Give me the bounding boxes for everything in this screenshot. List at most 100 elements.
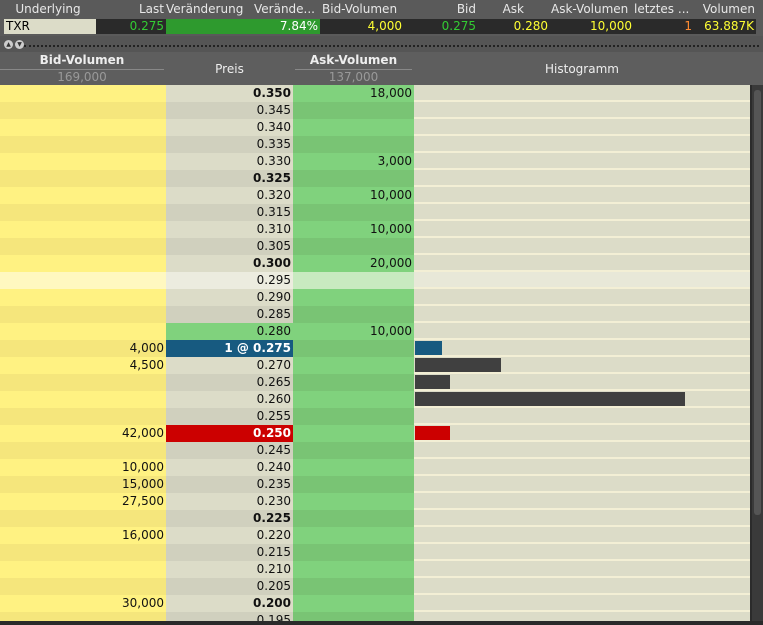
ladder-row[interactable]: 0.335 [0, 136, 752, 153]
splitter[interactable]: ▲ ▼ [0, 36, 763, 52]
price-cell[interactable]: 0.285 [166, 306, 293, 323]
ladder-row[interactable]: 0.280 10,000 [0, 323, 752, 340]
ask-volume-cell[interactable]: 18,000 [293, 85, 414, 102]
price-cell[interactable]: 0.300 [166, 255, 293, 272]
quote-column-header[interactable]: letztes ... [634, 2, 693, 18]
ladder-row[interactable]: 0.345 [0, 102, 752, 119]
ladder-row[interactable]: 30,000 0.200 [0, 595, 752, 612]
ladder-row[interactable]: 4,000 1 @ 0.275 [0, 340, 752, 357]
bid-volume-cell[interactable] [0, 170, 166, 187]
ask-volume-cell[interactable] [293, 136, 414, 153]
price-cell[interactable]: 0.270 [166, 357, 293, 374]
ask-volume-cell[interactable] [293, 561, 414, 578]
bid-volume-cell[interactable] [0, 374, 166, 391]
ask-volume-cell[interactable] [293, 102, 414, 119]
ladder-row[interactable]: 0.255 [0, 408, 752, 425]
price-cell[interactable]: 0.240 [166, 459, 293, 476]
ladder-row[interactable]: 15,000 0.235 [0, 476, 752, 493]
bid-volume-cell[interactable] [0, 119, 166, 136]
ask-volume-cell[interactable] [293, 289, 414, 306]
price-cell[interactable]: 0.265 [166, 374, 293, 391]
ladder-row[interactable]: 0.325 [0, 170, 752, 187]
bid-volume-cell[interactable] [0, 255, 166, 272]
price-cell[interactable]: 0.235 [166, 476, 293, 493]
ladder-row[interactable]: 0.295 [0, 272, 752, 289]
quote-column-header[interactable]: Verände... [254, 2, 320, 18]
ask-volume-cell[interactable] [293, 340, 414, 357]
ladder-row[interactable]: 0.260 [0, 391, 752, 408]
price-cell[interactable]: 0.295 [166, 272, 293, 289]
ask-volume-cell[interactable] [293, 476, 414, 493]
price-cell[interactable]: 0.210 [166, 561, 293, 578]
bid-volume-cell[interactable]: 4,500 [0, 357, 166, 374]
ladder-row[interactable]: 0.225 [0, 510, 752, 527]
bid-volume-cell[interactable]: 15,000 [0, 476, 166, 493]
ladder-row[interactable]: 0.210 [0, 561, 752, 578]
ladder-row[interactable]: 0.340 [0, 119, 752, 136]
ladder-row[interactable]: 42,000 0.250 [0, 425, 752, 442]
ladder-row[interactable]: 0.265 [0, 374, 752, 391]
bid-volume-cell[interactable] [0, 442, 166, 459]
ladder-row[interactable]: 0.330 3,000 [0, 153, 752, 170]
ask-volume-cell[interactable] [293, 119, 414, 136]
price-cell[interactable]: 0.215 [166, 544, 293, 561]
price-cell[interactable]: 0.325 [166, 170, 293, 187]
bid-volume-cell[interactable] [0, 306, 166, 323]
ask-volume-cell[interactable] [293, 391, 414, 408]
ask-volume-cell[interactable] [293, 238, 414, 255]
bid-volume-cell[interactable] [0, 85, 166, 102]
ask-volume-cell[interactable] [293, 510, 414, 527]
ask-volume-cell[interactable] [293, 170, 414, 187]
ask-volume-cell[interactable] [293, 459, 414, 476]
price-cell[interactable]: 0.200 [166, 595, 293, 612]
scrollbar[interactable] [752, 85, 763, 625]
ask-volume-cell[interactable] [293, 493, 414, 510]
ask-volume-cell[interactable]: 10,000 [293, 323, 414, 340]
ladder-row[interactable]: 16,000 0.220 [0, 527, 752, 544]
price-cell[interactable]: 0.315 [166, 204, 293, 221]
quote-column-header[interactable]: Bid-Volumen [322, 2, 420, 18]
quote-column-header[interactable]: Last [100, 2, 164, 18]
bid-volume-cell[interactable] [0, 391, 166, 408]
ladder-row[interactable]: 0.285 [0, 306, 752, 323]
price-cell[interactable]: 0.245 [166, 442, 293, 459]
price-cell[interactable]: 0.230 [166, 493, 293, 510]
bid-volume-cell[interactable] [0, 323, 166, 340]
price-cell[interactable]: 0.335 [166, 136, 293, 153]
bid-volume-cell[interactable] [0, 544, 166, 561]
ask-volume-cell[interactable]: 10,000 [293, 221, 414, 238]
quote-column-header[interactable]: Veränderung [166, 2, 264, 18]
price-cell[interactable]: 0.345 [166, 102, 293, 119]
bid-volume-cell[interactable]: 4,000 [0, 340, 166, 357]
bid-volume-cell[interactable]: 30,000 [0, 595, 166, 612]
ladder-row[interactable]: 0.205 [0, 578, 752, 595]
collapse-down-icon[interactable]: ▼ [15, 40, 24, 49]
ask-volume-cell[interactable] [293, 374, 414, 391]
price-cell[interactable]: 0.330 [166, 153, 293, 170]
bid-volume-cell[interactable] [0, 408, 166, 425]
ask-volume-cell[interactable] [293, 425, 414, 442]
bid-volume-cell[interactable]: 27,500 [0, 493, 166, 510]
ask-volume-cell[interactable] [293, 272, 414, 289]
ask-volume-cell[interactable] [293, 306, 414, 323]
bid-volume-cell[interactable] [0, 136, 166, 153]
ask-volume-cell[interactable]: 20,000 [293, 255, 414, 272]
ask-volume-cell[interactable] [293, 544, 414, 561]
price-cell[interactable]: 0.220 [166, 527, 293, 544]
bid-volume-cell[interactable]: 16,000 [0, 527, 166, 544]
ladder-row[interactable]: 0.215 [0, 544, 752, 561]
price-cell[interactable]: 0.340 [166, 119, 293, 136]
quote-column-header[interactable]: Volumen [697, 2, 755, 18]
bid-volume-cell[interactable] [0, 102, 166, 119]
ladder-row[interactable]: 0.245 [0, 442, 752, 459]
price-cell[interactable]: 0.260 [166, 391, 293, 408]
price-cell[interactable]: 0.250 [166, 425, 293, 442]
quote-column-header[interactable]: Ask-Volumen [551, 2, 632, 18]
bid-volume-cell[interactable] [0, 153, 166, 170]
ladder-row[interactable]: 0.320 10,000 [0, 187, 752, 204]
ask-volume-cell[interactable]: 3,000 [293, 153, 414, 170]
quote-column-header[interactable]: Ask [476, 2, 524, 18]
bid-volume-cell[interactable] [0, 578, 166, 595]
bid-volume-cell[interactable] [0, 187, 166, 204]
ask-volume-cell[interactable] [293, 357, 414, 374]
